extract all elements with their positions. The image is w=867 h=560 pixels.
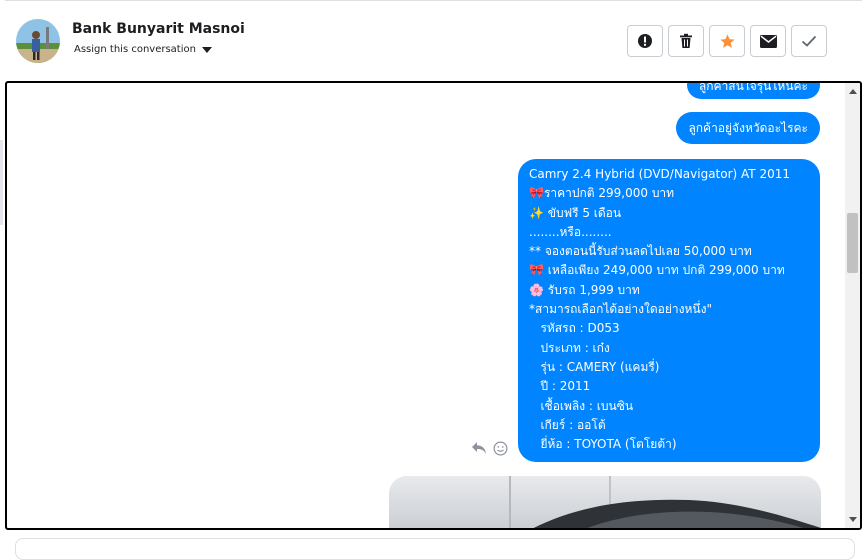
message-line: รหัสรถ : D053 bbox=[529, 321, 620, 336]
scroll-thumb[interactable] bbox=[847, 213, 858, 273]
message-line: *สามารถเลือกได้อย่างใดอย่างหนึ่ง" bbox=[529, 302, 712, 317]
message-hover-actions bbox=[471, 441, 508, 456]
message-line: 🎀ราคาปกติ 299,000 บาท bbox=[529, 186, 675, 201]
message-line: Camry 2.4 Hybrid (DVD/Navigator) AT 2011 bbox=[529, 167, 790, 181]
message-line: 🎀 เหลือเพียง 249,000 บาท ปกติ 299,000 บา… bbox=[529, 263, 785, 278]
message-line: ปี : 2011 bbox=[529, 379, 591, 394]
delete-button[interactable] bbox=[668, 25, 704, 57]
reply-icon[interactable] bbox=[471, 441, 487, 455]
contact-name: Bank Bunyarit Masnoi bbox=[72, 21, 245, 37]
assign-conversation-dropdown[interactable]: Assign this conversation bbox=[74, 44, 212, 55]
star-icon bbox=[719, 33, 735, 48]
assign-label: Assign this conversation bbox=[74, 44, 196, 55]
car-offer-message: Camry 2.4 Hybrid (DVD/Navigator) AT 2011… bbox=[518, 159, 820, 463]
checkmark-icon bbox=[801, 35, 817, 47]
message-line: เชื้อเพลิง : เบนซิน bbox=[529, 398, 634, 413]
message-bubble: ลูกค้าสนใจรุ่นไหนคะ bbox=[686, 81, 820, 99]
message-text: ลูกค้าสนใจรุ่นไหนคะ bbox=[698, 81, 808, 93]
message-line: ........หรือ........ bbox=[529, 224, 612, 239]
message-line: รุ่น : CAMERY (แคมรี่) bbox=[529, 359, 660, 374]
mark-unread-button[interactable] bbox=[750, 25, 786, 57]
message-line: ** จองตอนนี้รับส่วนลดไปเลย 50,000 บาท bbox=[529, 244, 752, 259]
mark-done-button[interactable] bbox=[791, 25, 827, 57]
message-text: ลูกค้าอยู่จังหวัดอะไรคะ bbox=[688, 121, 808, 135]
message-line: เกียร์ : ออโต้ bbox=[529, 417, 606, 432]
message-composer[interactable] bbox=[15, 538, 855, 560]
mark-spam-button[interactable] bbox=[627, 25, 663, 57]
message-line: ประเภท : เก๋ง bbox=[529, 340, 610, 355]
left-panel-edge bbox=[0, 140, 3, 225]
envelope-icon bbox=[759, 34, 777, 48]
message-line: 🌸 รับรถ 1,999 บาท bbox=[529, 282, 640, 297]
thread-scrollbar[interactable] bbox=[845, 83, 860, 528]
car-photo-attachment[interactable] bbox=[389, 476, 821, 528]
avatar[interactable] bbox=[16, 19, 60, 63]
message-line: ยี่ห้อ : TOYOTA (โตโยต้า) bbox=[529, 437, 677, 452]
conversation-actions bbox=[627, 25, 832, 57]
message-line: ✨ ขับฟรี 5 เดือน bbox=[529, 205, 622, 220]
chevron-down-icon bbox=[201, 46, 212, 53]
conversation-header: Bank Bunyarit Masnoi Assign this convers… bbox=[5, 0, 862, 81]
trash-icon bbox=[680, 33, 692, 48]
emoji-reaction-icon[interactable] bbox=[493, 441, 508, 456]
scroll-down-arrow-icon[interactable] bbox=[849, 517, 857, 522]
alert-icon bbox=[638, 34, 652, 48]
scroll-up-arrow-icon[interactable] bbox=[849, 89, 857, 94]
star-button[interactable] bbox=[709, 25, 745, 57]
message-bubble: ลูกค้าอยู่จังหวัดอะไรคะ bbox=[676, 112, 820, 144]
message-thread[interactable]: ลูกค้าสนใจรุ่นไหนคะ ลูกค้าอยู่จังหวัดอะไ… bbox=[5, 81, 862, 530]
